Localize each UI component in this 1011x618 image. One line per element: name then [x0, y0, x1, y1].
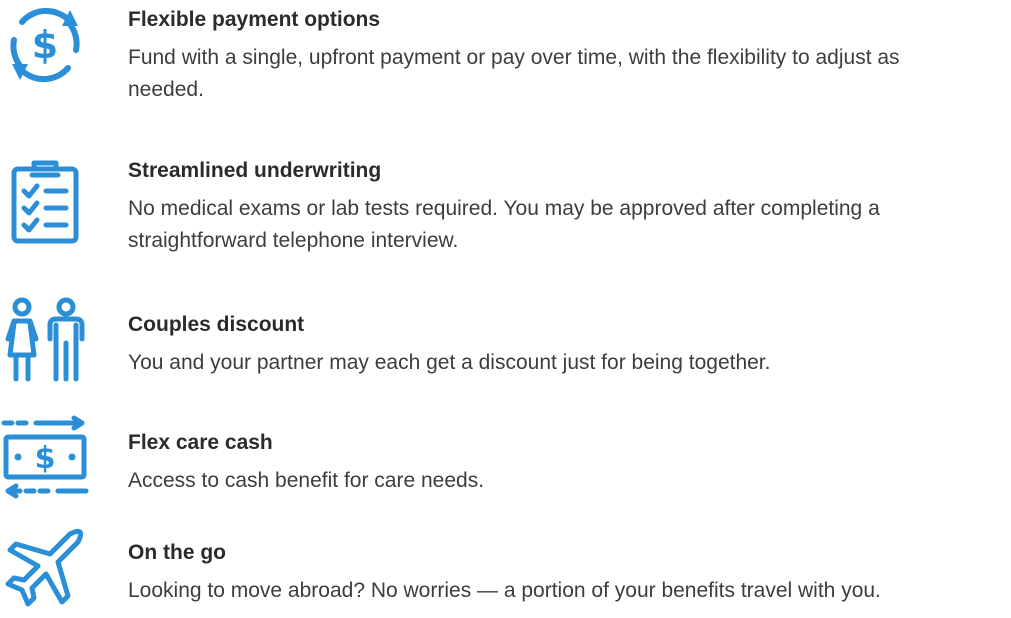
feature-title: Streamlined underwriting	[128, 159, 382, 182]
feature-description: Looking to move abroad? No worries — a p…	[128, 579, 881, 602]
cash-transfer-icon: $	[0, 415, 90, 505]
dollar-cycle-icon: $	[0, 0, 90, 90]
feature-title: Couples discount	[128, 313, 305, 336]
couple-icon	[0, 295, 90, 385]
feature-description: You and your partner may each get a disc…	[128, 351, 771, 374]
airplane-icon	[0, 520, 90, 610]
feature-description: Fund with a single, upfront payment or p…	[128, 46, 900, 101]
feature-description: No medical exams or lab tests required. …	[128, 197, 880, 252]
clipboard-checklist-icon	[0, 155, 90, 245]
feature-title: Flex care cash	[128, 431, 273, 454]
svg-text:$: $	[35, 441, 56, 476]
svg-text:$: $	[32, 23, 58, 67]
feature-description: Access to cash benefit for care needs.	[128, 469, 485, 492]
feature-title: Flexible payment options	[128, 8, 381, 31]
feature-title: On the go	[128, 541, 226, 564]
